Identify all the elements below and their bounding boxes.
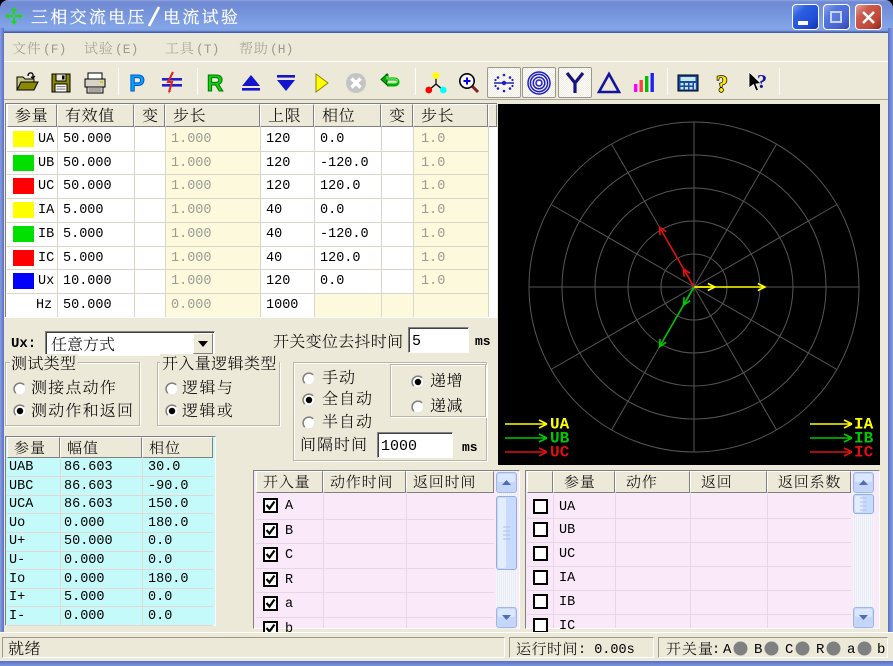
svg-text:?: ? [716,72,728,95]
svg-text:IC: IC [854,444,874,462]
svg-text:R: R [207,71,224,95]
svg-text:P: P [129,71,144,95]
svg-text:?: ? [757,71,767,93]
svg-text:UC: UC [550,444,570,462]
